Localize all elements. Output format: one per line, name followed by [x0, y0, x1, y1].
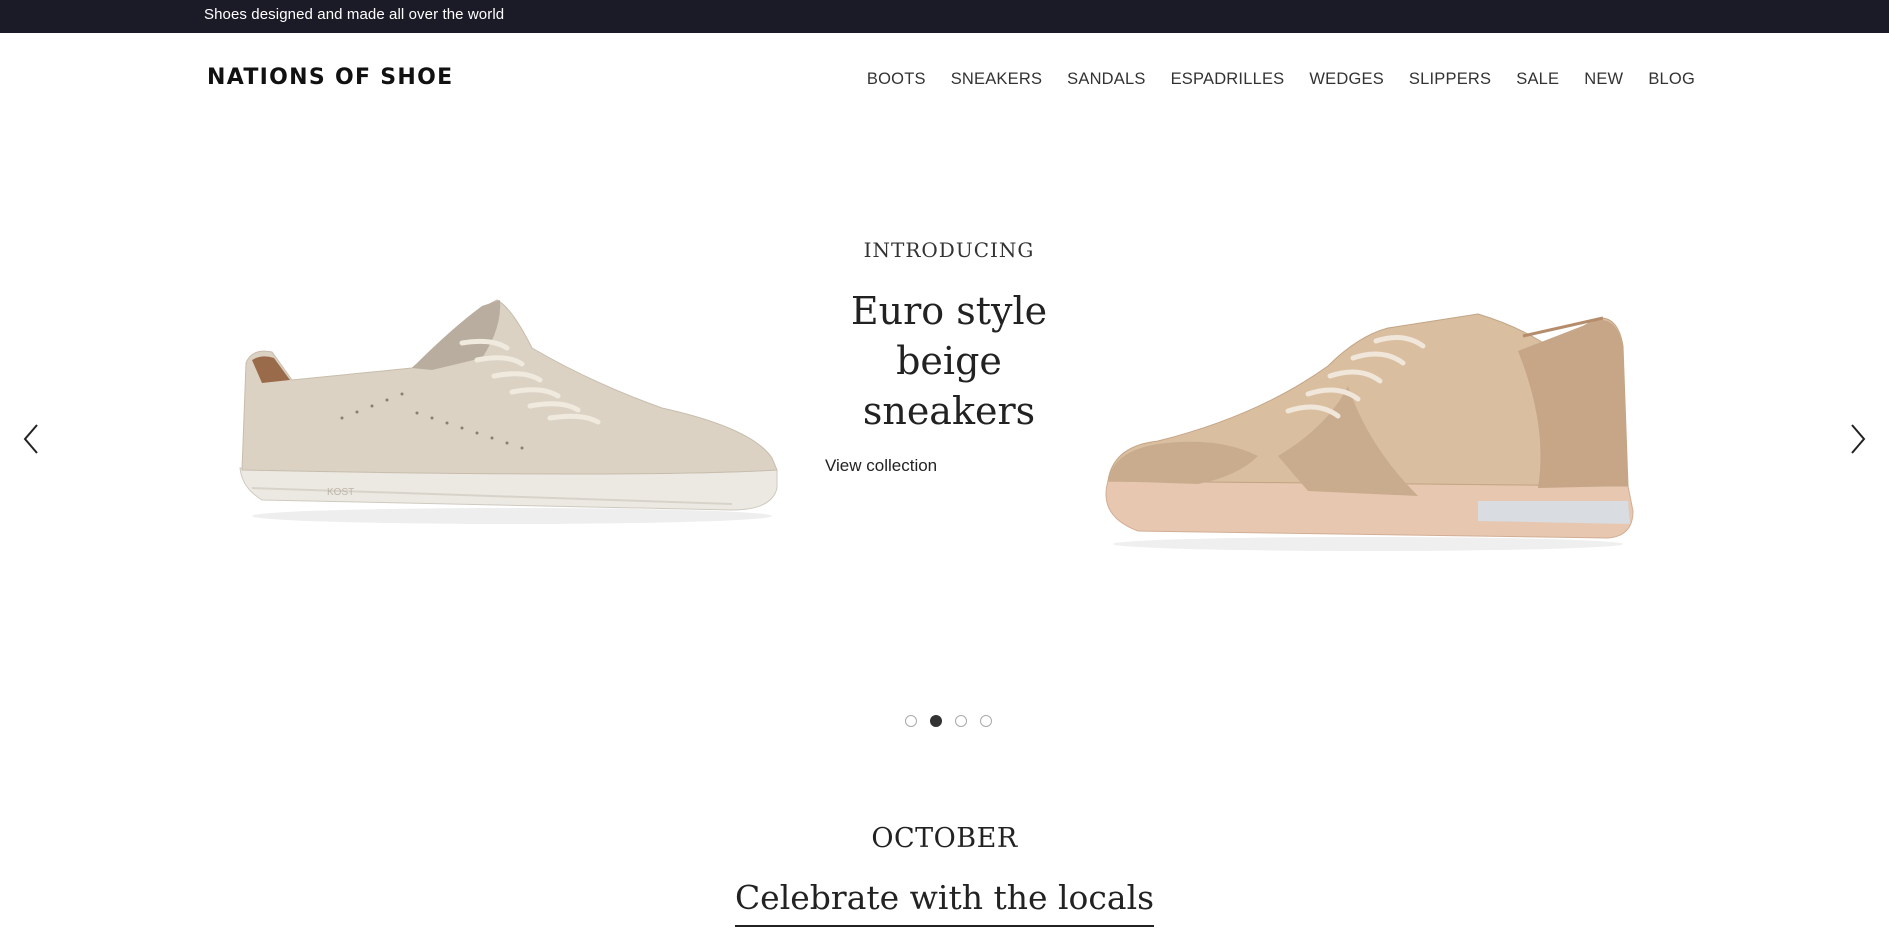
nav-item-slippers[interactable]: SLIPPERS	[1409, 70, 1491, 89]
nav-item-espadrilles[interactable]: ESPADRILLES	[1171, 70, 1285, 89]
hero-carousel: KOST INTRODUCING Euro style beige sneake…	[0, 123, 1889, 753]
announcement-text: Shoes designed and made all over the wor…	[204, 6, 505, 23]
site-logo[interactable]: NATIONS OF SHOE	[207, 65, 453, 90]
hero-headline-line-1: Euro style	[850, 289, 1048, 333]
chevron-left-icon[interactable]	[17, 419, 47, 459]
nav-item-sale[interactable]: SALE	[1516, 70, 1559, 89]
announcement-bar: Shoes designed and made all over the wor…	[0, 0, 1889, 33]
featured-section: OCTOBER Celebrate with the locals	[0, 823, 1889, 927]
section-kicker: OCTOBER	[871, 823, 1018, 854]
nav-item-sneakers[interactable]: SNEAKERS	[951, 70, 1042, 89]
beige-sneaker-image: KOST	[232, 288, 780, 528]
chevron-right-icon[interactable]	[1842, 419, 1872, 459]
carousel-dot-3[interactable]	[955, 715, 967, 727]
main-nav: BOOTS SNEAKERS SANDALS ESPADRILLES WEDGE…	[867, 70, 1695, 89]
hero-caption: INTRODUCING Euro style beige sneakers Vi…	[825, 238, 1073, 476]
view-collection-link[interactable]: View collection	[825, 456, 1073, 476]
hero-headline-line-2: beige sneakers	[862, 339, 1036, 433]
nav-item-boots[interactable]: BOOTS	[867, 70, 926, 89]
carousel-dot-1[interactable]	[905, 715, 917, 727]
tan-runner-sneaker-image	[1098, 306, 1638, 556]
hero-headline: Euro style beige sneakers	[825, 286, 1073, 436]
site-header: NATIONS OF SHOE BOOTS SNEAKERS SANDALS E…	[0, 33, 1889, 123]
sole-brand-text: KOST	[327, 487, 354, 498]
nav-item-new[interactable]: NEW	[1584, 70, 1623, 89]
carousel-dot-4[interactable]	[980, 715, 992, 727]
nav-item-blog[interactable]: BLOG	[1648, 70, 1695, 89]
nav-item-sandals[interactable]: SANDALS	[1067, 70, 1145, 89]
carousel-dot-2[interactable]	[930, 715, 942, 727]
section-title[interactable]: Celebrate with the locals	[734, 878, 1155, 927]
hero-kicker: INTRODUCING	[863, 238, 1035, 262]
carousel-pagination	[905, 715, 992, 727]
nav-item-wedges[interactable]: WEDGES	[1309, 70, 1384, 89]
